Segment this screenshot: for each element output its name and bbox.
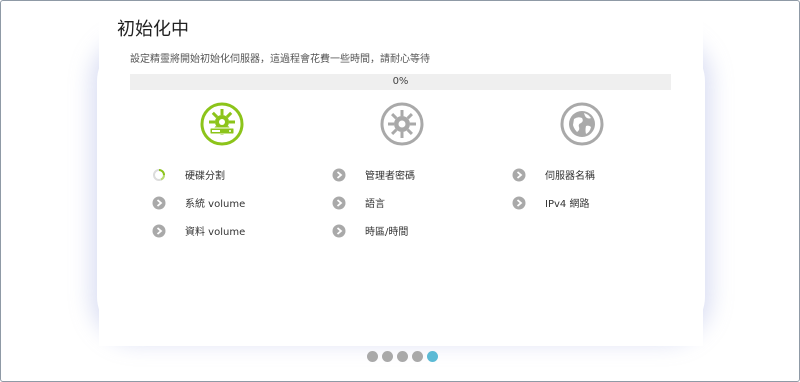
task-label: 管理者密碼 — [365, 171, 415, 182]
progress-bar: 0% — [130, 74, 671, 90]
page-title: 初始化中 — [117, 19, 189, 40]
task-label: IPv4 網路 — [545, 199, 590, 210]
page-subtitle: 設定精靈將開始初始化伺服器，這過程會花費一些時間，請耐心等待 — [130, 54, 430, 65]
progress-label: 0% — [392, 76, 409, 87]
chevron-right-icon — [512, 195, 526, 210]
task-label: 語言 — [365, 199, 385, 210]
chevron-right-icon — [332, 195, 346, 210]
gear-disk-icon — [200, 102, 244, 146]
chevron-right-icon — [512, 167, 526, 182]
setup-wizard-window: 初始化中 設定精靈將開始初始化伺服器，這過程會花費一些時間，請耐心等待 0% 硬… — [0, 0, 800, 382]
page-dot-5[interactable] — [427, 351, 438, 362]
chevron-right-icon — [152, 223, 166, 238]
loading-spinner-icon — [152, 167, 166, 181]
task-label: 伺服器名稱 — [545, 171, 595, 182]
task-label: 資料 volume — [185, 227, 246, 238]
chevron-right-icon — [152, 195, 166, 210]
chevron-right-icon — [332, 167, 346, 182]
gear-icon — [380, 102, 424, 146]
page-dot-3[interactable] — [397, 351, 408, 362]
task-label: 硬碟分割 — [185, 171, 225, 182]
page-dot-4[interactable] — [412, 351, 423, 362]
page-dot-1[interactable] — [367, 351, 378, 362]
task-label: 系統 volume — [185, 199, 246, 210]
globe-icon — [560, 102, 604, 146]
page-dot-2[interactable] — [382, 351, 393, 362]
chevron-right-icon — [332, 223, 346, 238]
task-label: 時區/時間 — [365, 227, 409, 238]
initialization-card: 初始化中 設定精靈將開始初始化伺服器，這過程會花費一些時間，請耐心等待 0% 硬… — [99, 1, 703, 346]
